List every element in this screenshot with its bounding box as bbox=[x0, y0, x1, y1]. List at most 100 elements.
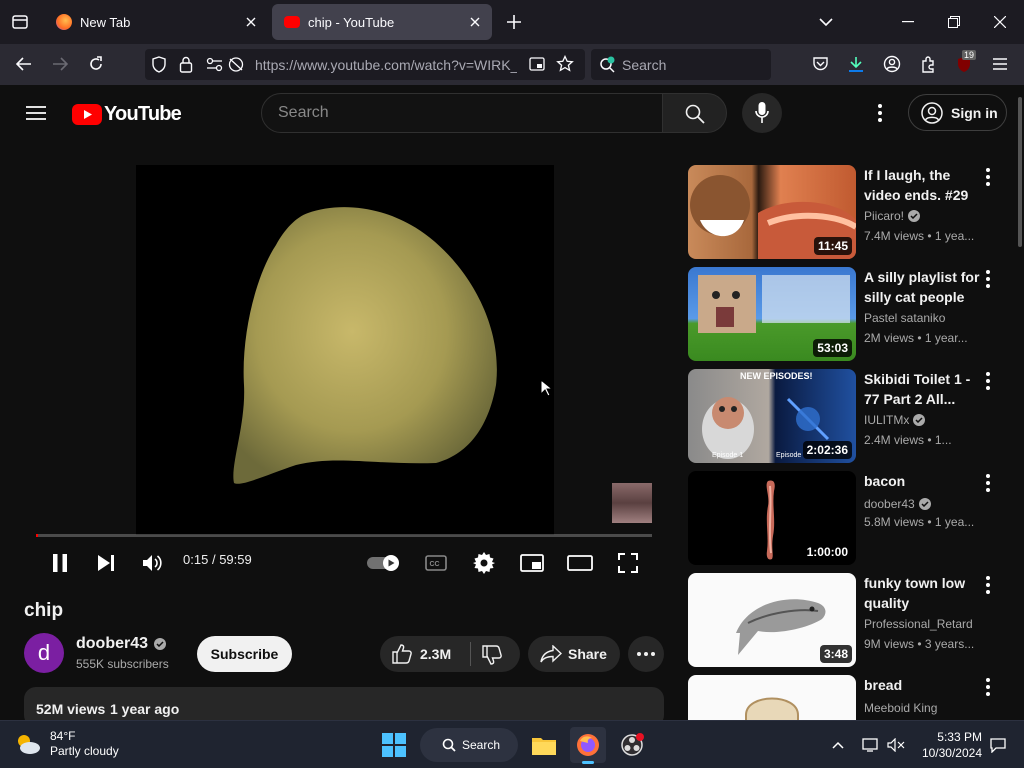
firefox-taskbar-icon[interactable] bbox=[570, 727, 606, 764]
recommendation-item[interactable]: 53:03 A silly playlist for silly cat peo… bbox=[688, 267, 1004, 361]
recommendation-item[interactable]: NEW EPISODES! Episode 1 Episode 2:02:36 … bbox=[688, 369, 1004, 463]
youtube-logo[interactable]: YouTube bbox=[72, 103, 182, 126]
tab-label: chip - YouTube bbox=[308, 14, 395, 30]
verified-icon bbox=[918, 498, 931, 510]
next-icon[interactable] bbox=[88, 545, 124, 581]
hamburger-menu-icon[interactable] bbox=[22, 99, 50, 127]
more-vertical-icon[interactable] bbox=[980, 167, 996, 187]
recommendation-item[interactable]: 3:48 funky town low quality Professional… bbox=[688, 573, 1004, 667]
lock-icon[interactable] bbox=[179, 56, 193, 73]
pocket-icon[interactable] bbox=[806, 50, 834, 78]
chevron-up-icon[interactable] bbox=[824, 727, 852, 763]
recommendation-title[interactable]: If I laugh, the video ends. #29 bbox=[864, 165, 984, 205]
browser-search-field[interactable]: Search bbox=[591, 49, 771, 80]
recommendation-title[interactable]: bacon bbox=[864, 471, 984, 491]
voice-search-button[interactable] bbox=[742, 93, 782, 133]
channel-avatar[interactable]: d bbox=[24, 633, 64, 673]
reader-view-icon[interactable] bbox=[529, 56, 545, 72]
thumbnail-episode-label: Episode bbox=[776, 452, 802, 459]
tab-list-icon[interactable] bbox=[6, 8, 34, 36]
video-player[interactable]: 0:15 / 59:59 CC bbox=[24, 165, 664, 585]
channel-name-text: IULITMx bbox=[864, 413, 910, 427]
progress-bar[interactable] bbox=[36, 534, 652, 537]
more-options-icon[interactable] bbox=[866, 99, 894, 127]
thumbs-down-icon[interactable] bbox=[482, 645, 502, 665]
youtube-search-button[interactable] bbox=[662, 93, 727, 133]
tracking-blocked-icon[interactable] bbox=[227, 56, 245, 73]
close-window-icon[interactable] bbox=[986, 8, 1014, 36]
taskbar-search-button[interactable]: Search bbox=[420, 728, 518, 762]
downloads-icon[interactable] bbox=[842, 50, 870, 78]
recommendation-title[interactable]: funky town low quality bbox=[864, 573, 984, 613]
more-actions-button[interactable] bbox=[628, 636, 664, 672]
miniplayer-icon[interactable] bbox=[514, 545, 550, 581]
subscribe-button[interactable]: Subscribe bbox=[197, 636, 292, 672]
partly-cloudy-icon bbox=[14, 731, 42, 757]
more-vertical-icon[interactable] bbox=[980, 677, 996, 697]
video-thumbnail[interactable]: 53:03 bbox=[688, 267, 856, 361]
recommendation-item[interactable]: bread Meeboid King bbox=[688, 675, 1004, 720]
bookmark-star-icon[interactable] bbox=[556, 55, 574, 73]
youtube-search-input[interactable]: Search bbox=[261, 93, 663, 133]
more-vertical-icon[interactable] bbox=[980, 575, 996, 595]
settings-gear-icon[interactable] bbox=[466, 545, 502, 581]
chevron-down-icon[interactable] bbox=[812, 8, 840, 36]
video-thumbnail[interactable]: 1:00:00 bbox=[688, 471, 856, 565]
restore-icon[interactable] bbox=[940, 8, 968, 36]
captions-icon[interactable]: CC bbox=[418, 545, 454, 581]
video-thumbnail[interactable] bbox=[688, 675, 856, 720]
pause-icon[interactable] bbox=[42, 545, 78, 581]
forward-icon[interactable] bbox=[46, 50, 74, 78]
thumbs-up-icon[interactable] bbox=[392, 644, 412, 664]
sign-in-button[interactable]: Sign in bbox=[908, 94, 1007, 131]
ublock-icon[interactable]: 19 bbox=[950, 50, 978, 78]
video-thumbnail[interactable]: 11:45 bbox=[688, 165, 856, 259]
like-count[interactable]: 2.3M bbox=[420, 646, 451, 662]
url-text: https://www.youtube.com/watch?v=WIRK_ bbox=[255, 57, 517, 73]
new-tab-icon[interactable] bbox=[500, 8, 528, 36]
menu-icon[interactable] bbox=[986, 50, 1014, 78]
back-icon[interactable] bbox=[10, 50, 38, 78]
windows-start-icon[interactable] bbox=[376, 727, 412, 763]
display-icon[interactable] bbox=[856, 727, 884, 763]
more-vertical-icon[interactable] bbox=[980, 473, 996, 493]
channel-name[interactable]: doober43 bbox=[76, 635, 167, 653]
close-tab-icon[interactable] bbox=[466, 13, 484, 31]
recommendation-item[interactable]: 11:45 If I laugh, the video ends. #29 Pi… bbox=[688, 165, 1004, 259]
notifications-icon[interactable] bbox=[984, 727, 1012, 763]
volume-muted-icon[interactable] bbox=[882, 727, 910, 763]
recommendation-title[interactable]: bread bbox=[864, 675, 984, 695]
tab-chip-youtube[interactable]: chip - YouTube bbox=[272, 4, 492, 40]
video-thumbnail[interactable]: 3:48 bbox=[688, 573, 856, 667]
autoplay-toggle[interactable] bbox=[366, 545, 402, 581]
permissions-icon[interactable] bbox=[206, 57, 224, 72]
minimize-icon[interactable] bbox=[894, 8, 922, 36]
time-display: 0:15 / 59:59 bbox=[183, 552, 252, 567]
theater-mode-icon[interactable] bbox=[562, 545, 598, 581]
recommendation-title[interactable]: Skibidi Toilet 1 - 77 Part 2 All... bbox=[864, 369, 984, 409]
volume-icon[interactable] bbox=[135, 545, 171, 581]
reload-icon[interactable] bbox=[82, 50, 110, 78]
endscreen-thumbnail[interactable] bbox=[612, 483, 652, 523]
video-frame[interactable] bbox=[136, 165, 554, 535]
tab-new-tab[interactable]: New Tab bbox=[44, 4, 268, 40]
file-explorer-icon[interactable] bbox=[526, 727, 562, 763]
scrollbar-thumb[interactable] bbox=[1018, 97, 1022, 247]
account-icon[interactable] bbox=[878, 50, 906, 78]
extensions-icon[interactable] bbox=[914, 50, 942, 78]
recommendation-item[interactable]: 1:00:00 bacon doober43 5.8M views • 1 ye… bbox=[688, 471, 1004, 565]
shield-icon[interactable] bbox=[151, 56, 167, 73]
more-vertical-icon[interactable] bbox=[980, 371, 996, 391]
weather-widget[interactable]: 84°F Partly cloudy bbox=[14, 729, 119, 759]
page-scrollbar[interactable] bbox=[1016, 85, 1024, 720]
recommendation-title[interactable]: A silly playlist for silly cat people bbox=[864, 267, 984, 307]
clock[interactable]: 5:33 PM 10/30/2024 bbox=[920, 729, 982, 761]
close-tab-icon[interactable] bbox=[242, 13, 260, 31]
like-divider bbox=[470, 642, 471, 666]
address-bar[interactable]: https://www.youtube.com/watch?v=WIRK_ bbox=[145, 49, 585, 80]
more-vertical-icon[interactable] bbox=[980, 269, 996, 289]
share-button[interactable]: Share bbox=[528, 636, 620, 672]
fullscreen-icon[interactable] bbox=[610, 545, 646, 581]
video-thumbnail[interactable]: NEW EPISODES! Episode 1 Episode 2:02:36 bbox=[688, 369, 856, 463]
obs-icon[interactable] bbox=[614, 727, 650, 763]
